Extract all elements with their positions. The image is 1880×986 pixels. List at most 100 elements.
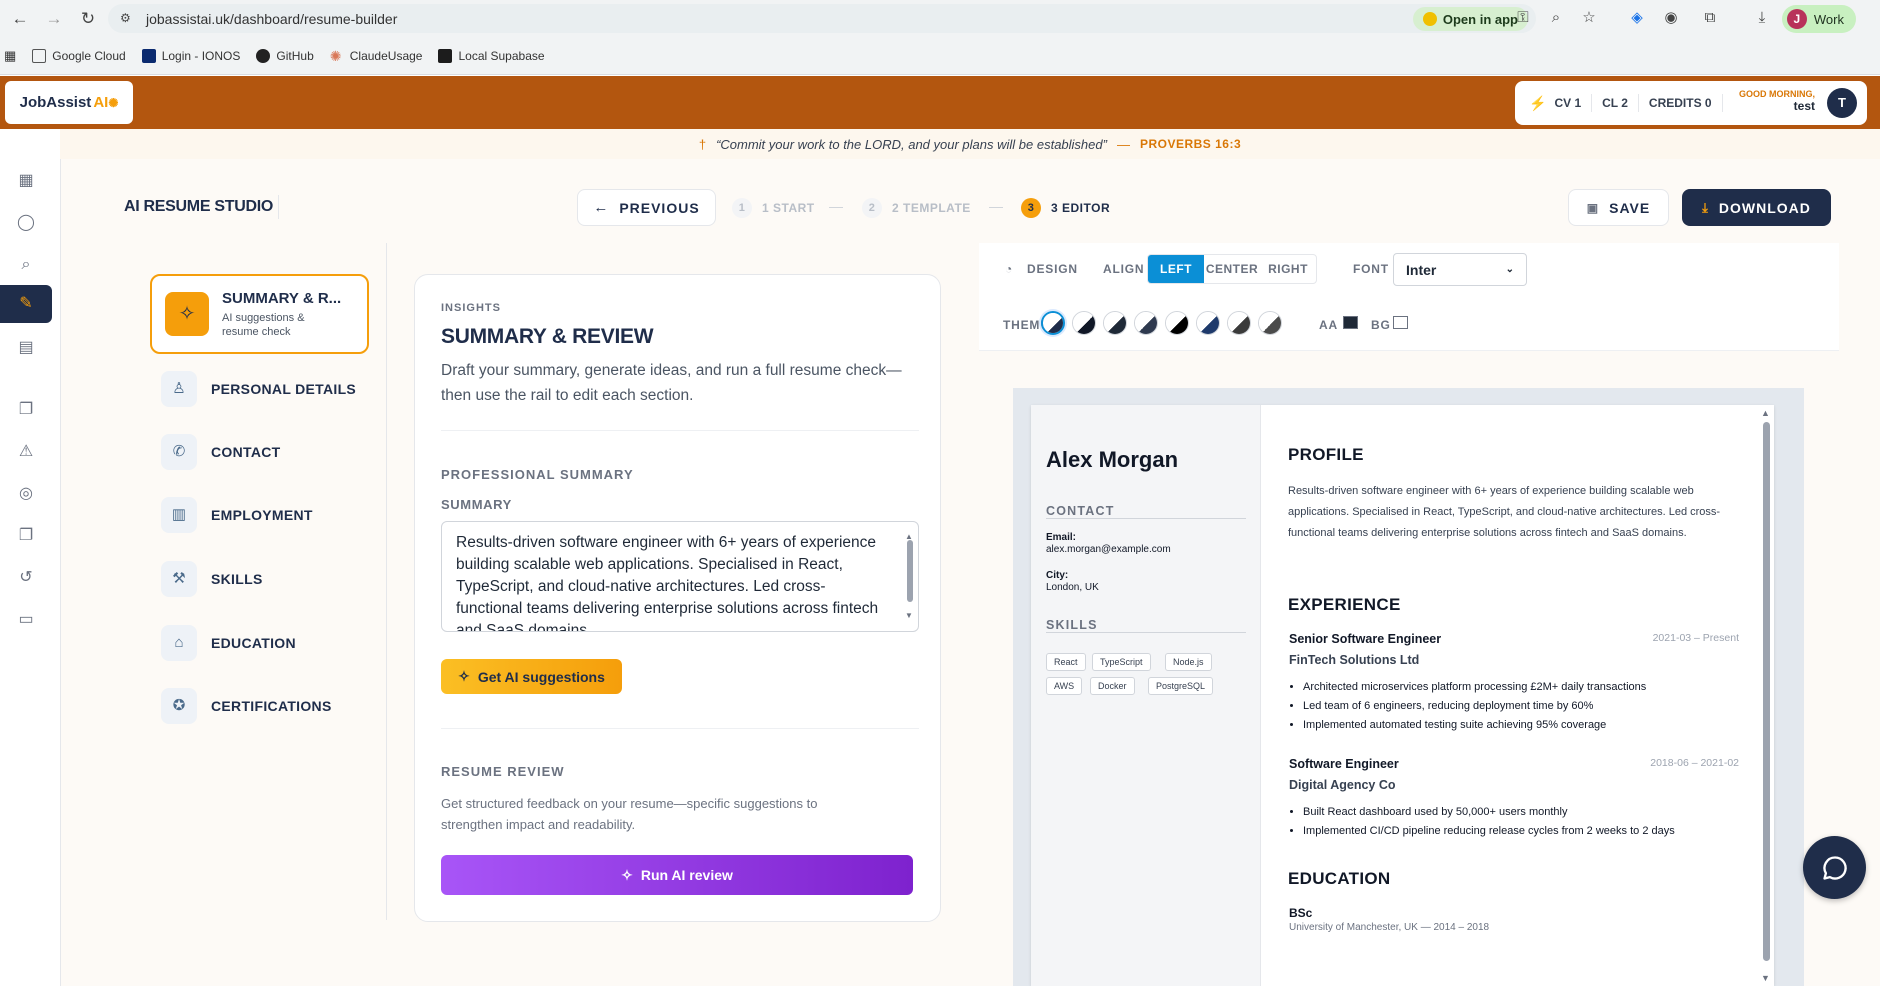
skill-chip: Docker <box>1090 677 1135 695</box>
resume-builder-icon[interactable]: ✎ <box>0 285 52 323</box>
reload-icon[interactable]: ↻ <box>74 5 102 33</box>
extensions-puzzle-icon[interactable]: ⧉ <box>1700 8 1720 28</box>
step-label: 1 START <box>762 201 815 215</box>
step-template[interactable]: 2 2 TEMPLATE <box>862 198 971 218</box>
step-start[interactable]: 1 1 START <box>732 198 815 218</box>
textarea-scrollbar[interactable]: ▲ ▼ <box>905 526 915 627</box>
theme-swatch[interactable] <box>1227 311 1251 335</box>
chevron-down-icon: ⌄ <box>1505 264 1514 275</box>
theme-swatch[interactable] <box>1165 311 1189 335</box>
extension-jobassist-icon[interactable]: ◉ <box>1661 8 1681 28</box>
chat-button[interactable] <box>1803 836 1866 899</box>
preview-scrollbar[interactable]: ▲ ▼ <box>1760 408 1772 983</box>
section-item-skills[interactable]: ⚒ SKILLS <box>161 559 361 599</box>
section-item-contact[interactable]: ✆ CONTACT <box>161 432 361 472</box>
skill-chip: TypeScript <box>1092 653 1151 671</box>
theme-swatch-fill <box>1259 312 1281 334</box>
scrollbar-thumb[interactable] <box>907 540 913 602</box>
theme-swatch[interactable] <box>1258 311 1282 335</box>
theme-swatch[interactable] <box>1134 311 1158 335</box>
document-icon[interactable]: ▤ <box>12 334 40 362</box>
url-text[interactable]: jobassistai.uk/dashboard/resume-builder <box>146 11 397 27</box>
scroll-down-icon[interactable]: ▼ <box>905 605 913 627</box>
align-toggle: LEFT CENTER RIGHT <box>1147 254 1317 284</box>
align-right-option[interactable]: RIGHT <box>1260 255 1316 283</box>
section-label: CONTACT <box>211 444 281 460</box>
step-editor[interactable]: 3 3 EDITOR <box>1021 198 1110 218</box>
zoom-icon[interactable]: ⌕ <box>1546 8 1566 28</box>
bookmark-google-cloud[interactable]: Google Cloud <box>32 48 126 63</box>
user-avatar[interactable]: T <box>1827 88 1857 118</box>
align-left-option[interactable]: LEFT <box>1148 255 1204 283</box>
job-title: Senior Software Engineer <box>1289 632 1442 646</box>
section-item-personal-details[interactable]: ♙ PERSONAL DETAILS <box>161 369 361 409</box>
theme-swatch[interactable] <box>1103 311 1127 335</box>
bookmark-claudeusage[interactable]: ✺ ClaudeUsage <box>330 49 423 63</box>
theme-swatch-fill <box>1043 313 1063 333</box>
bookmark-ionos[interactable]: Login - IONOS <box>141 48 240 63</box>
contact-heading: CONTACT <box>1046 504 1115 518</box>
run-ai-review-button[interactable]: ✧ Run AI review <box>441 855 913 895</box>
chat-icon[interactable]: ▭ <box>12 606 40 634</box>
font-select[interactable]: Inter ⌄ <box>1393 253 1527 286</box>
section-item-certifications[interactable]: ✪ CERTIFICATIONS <box>161 686 361 726</box>
arrow-left-icon: ← <box>593 199 610 216</box>
app-logo[interactable]: JobAssist AI ✺ <box>5 81 133 124</box>
site-info-icon[interactable]: ⚙ <box>120 11 136 27</box>
bookmark-local-supabase[interactable]: Local Supabase <box>438 48 545 63</box>
bookmark-github[interactable]: GitHub <box>256 48 314 63</box>
address-bar[interactable]: ⚙ jobassistai.uk/dashboard/resume-builde… <box>108 4 1536 33</box>
scroll-down-icon[interactable]: ▼ <box>1761 973 1770 983</box>
dashboard-icon[interactable]: ▦ <box>12 167 40 195</box>
profile-chip[interactable]: J Work <box>1781 5 1856 33</box>
scrollbar-thumb[interactable] <box>1763 422 1770 961</box>
theme-swatch[interactable] <box>1072 311 1096 335</box>
alert-icon[interactable]: ⚠ <box>12 438 40 466</box>
book-icon[interactable]: ❐ <box>12 396 40 424</box>
degree: BSc <box>1289 906 1313 920</box>
get-ai-suggestions-button[interactable]: ✧ Get AI suggestions <box>441 659 622 694</box>
align-center-option[interactable]: CENTER <box>1204 255 1260 283</box>
section-label: PERSONAL DETAILS <box>211 381 357 397</box>
scroll-up-icon[interactable]: ▲ <box>1761 408 1770 418</box>
skill-chip: PostgreSQL <box>1148 677 1214 695</box>
history-icon[interactable]: ↺ <box>12 564 40 592</box>
app-header: JobAssist AI ✺ ⚡ CV 1 CL 2 CREDITS 0 GOOD … <box>0 76 1880 129</box>
sparkles-icon: ✧ <box>165 292 209 336</box>
bookmark-star-icon[interactable]: ☆ <box>1579 8 1599 28</box>
password-key-icon[interactable]: ⚿ <box>1513 8 1533 28</box>
download-button[interactable]: ⤓ DOWNLOAD <box>1682 189 1831 226</box>
summary-text[interactable]: Results-driven software engineer with 6+… <box>456 534 878 631</box>
github-icon <box>256 48 271 63</box>
font-value: Inter <box>1406 261 1437 278</box>
step-label: 2 TEMPLATE <box>892 201 971 215</box>
previous-button[interactable]: ← PREVIOUS <box>577 189 716 226</box>
resume-review-heading: RESUME REVIEW <box>441 764 565 779</box>
back-icon[interactable]: ← <box>6 5 34 33</box>
summary-textarea[interactable]: Results-driven software engineer with 6+… <box>441 521 919 632</box>
forward-icon[interactable]: → <box>40 5 68 33</box>
chrome-icon[interactable]: ◎ <box>12 480 40 508</box>
guide-icon[interactable]: ❐ <box>12 522 40 550</box>
section-item-education[interactable]: ⌂ EDUCATION <box>161 623 361 663</box>
skill-chip: React <box>1046 653 1086 671</box>
download-icon[interactable]: ⤓ <box>1752 8 1772 28</box>
theme-swatch[interactable] <box>1196 311 1220 335</box>
open-in-app-button[interactable]: Open in app <box>1412 7 1528 31</box>
section-item-employment[interactable]: ▥ EMPLOYMENT <box>161 495 361 535</box>
search-icon[interactable]: ⌕ <box>12 251 40 279</box>
extension-tag-icon[interactable]: ◈ <box>1627 8 1647 28</box>
sparkles-icon: ✧ <box>458 668 470 684</box>
download-icon: ⤓ <box>1702 199 1709 215</box>
bg-color-swatch[interactable] <box>1393 316 1408 329</box>
section-item-summary-review[interactable]: ✧ SUMMARY & R... AI suggestions & resume… <box>150 274 369 354</box>
job-bullet: Implemented CI/CD pipeline reducing rele… <box>1303 822 1743 841</box>
section-label: CERTIFICATIONS <box>211 698 332 714</box>
apps-grid-icon[interactable]: ▦ <box>4 48 16 64</box>
profile-heading: PROFILE <box>1288 445 1364 464</box>
save-button[interactable]: ▣ SAVE <box>1568 189 1669 226</box>
user-icon: ♙ <box>161 371 197 407</box>
text-color-swatch[interactable] <box>1343 316 1358 329</box>
theme-swatch[interactable] <box>1041 311 1065 335</box>
profile-icon[interactable]: ◯ <box>12 209 40 237</box>
